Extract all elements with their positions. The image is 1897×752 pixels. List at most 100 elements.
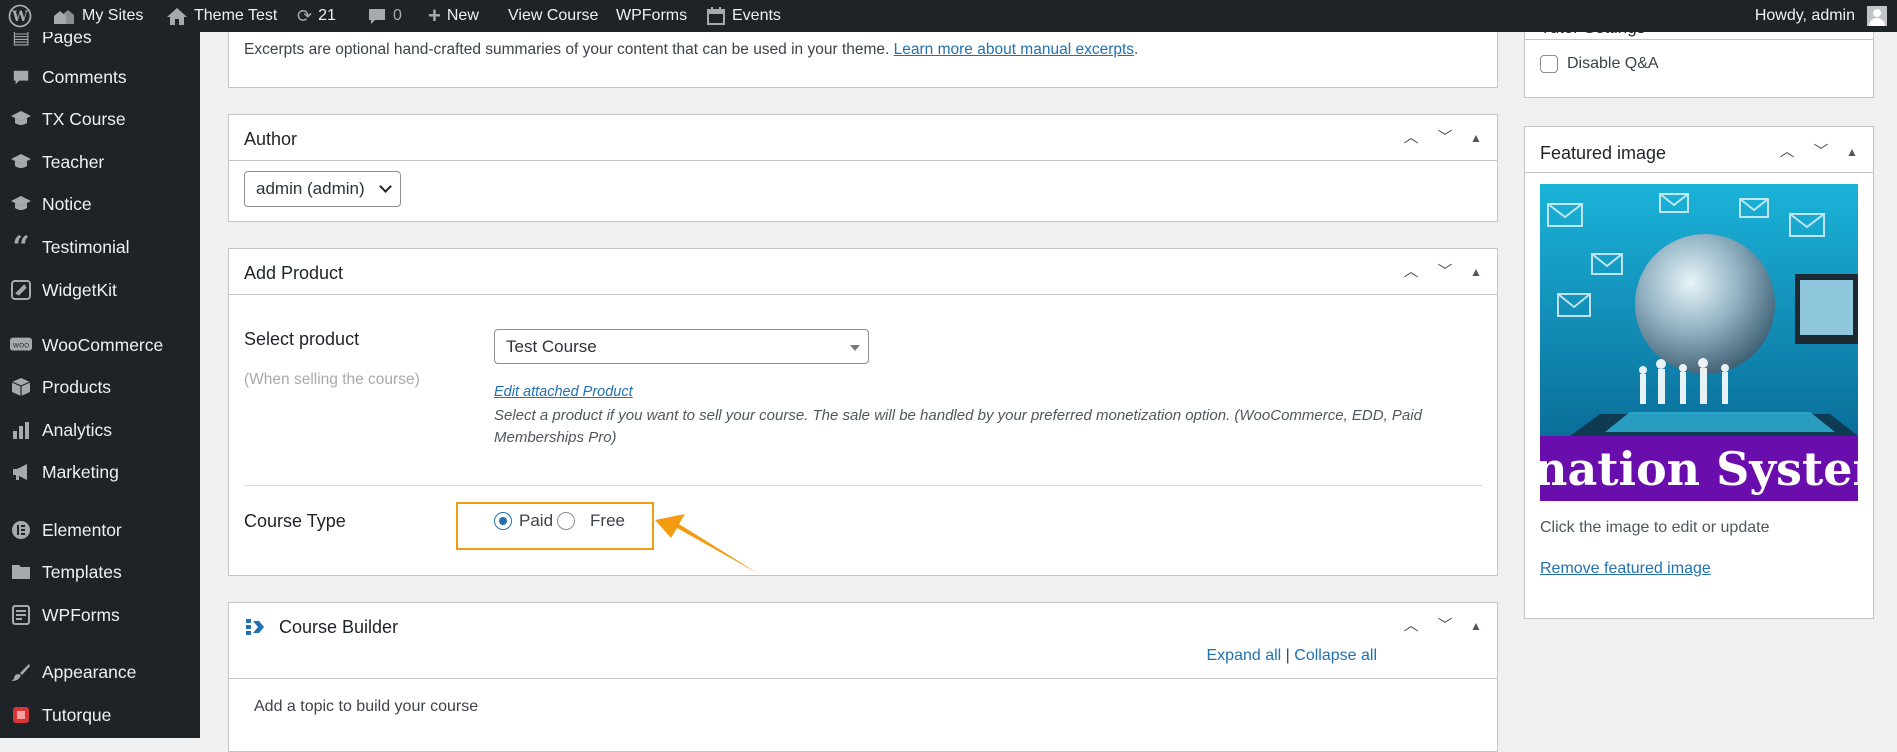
comments-menu[interactable]: 0 xyxy=(367,0,402,32)
move-down-icon[interactable]: ﹀ xyxy=(1435,262,1455,282)
sidebar-item-testimonial[interactable]: “ Testimonial xyxy=(0,229,200,265)
plus-icon: + xyxy=(428,3,441,28)
select-product-label: Select product xyxy=(244,329,360,349)
sidebar-item-teacher[interactable]: Teacher xyxy=(0,147,200,177)
admin-bar: W My Sites Theme Test ⟳ 21 0 + New View … xyxy=(0,0,1897,32)
author-selected-value: admin (admin) xyxy=(256,179,365,198)
sidebar-item-tx-course[interactable]: TX Course xyxy=(0,104,200,134)
sidebar-item-analytics[interactable]: Analytics xyxy=(0,415,200,445)
move-down-icon[interactable]: ﹀ xyxy=(1435,128,1455,148)
author-select[interactable]: admin (admin) xyxy=(244,171,401,207)
sidebar-item-marketing[interactable]: Marketing xyxy=(0,457,200,487)
toggle-panel-icon[interactable]: ▲ xyxy=(1469,262,1483,282)
toggle-panel-icon[interactable]: ▲ xyxy=(1845,142,1859,162)
sidebar-metaboxes: Tutor Settings Disable Q&A Featured imag… xyxy=(1524,22,1874,738)
move-up-icon[interactable]: ︿ xyxy=(1777,142,1797,162)
widgetkit-icon xyxy=(10,279,32,301)
wordpress-icon: W xyxy=(8,4,32,28)
sidebar-item-woocommerce[interactable]: WOO WooCommerce xyxy=(0,330,200,360)
sidebar-item-label: Marketing xyxy=(42,461,119,482)
toggle-panel-icon[interactable]: ▲ xyxy=(1469,616,1483,636)
excerpt-description: Excerpts are optional hand-crafted summa… xyxy=(244,41,1138,59)
book-icon xyxy=(10,704,32,726)
author-postbox: Author ︿ ﹀ ▲ admin (admin) xyxy=(228,114,1498,222)
collapse-all-link[interactable]: Collapse all xyxy=(1294,647,1377,664)
new-content-menu[interactable]: + New xyxy=(428,0,479,32)
disable-qa-label: Disable Q&A xyxy=(1567,55,1659,72)
edit-attached-product-link[interactable]: Edit attached Product xyxy=(494,384,633,400)
sidebar-item-label: Pages xyxy=(42,32,92,47)
sidebar-item-label: Analytics xyxy=(42,419,113,440)
sidebar-item-appearance[interactable]: Appearance xyxy=(0,657,200,687)
home-icon xyxy=(167,8,187,25)
excerpt-text: Excerpts are optional hand-crafted summa… xyxy=(244,41,890,58)
postbox-handles: ︿ ﹀ ▲ xyxy=(1401,616,1483,636)
featured-image-hint: Click the image to edit or update xyxy=(1540,519,1770,536)
my-sites-menu[interactable]: My Sites xyxy=(52,0,143,32)
sidebar-item-label: Templates xyxy=(42,561,122,582)
sidebar-item-elementor[interactable]: Elementor xyxy=(0,515,200,545)
events-label: Events xyxy=(732,7,781,24)
sidebar-item-label: Notice xyxy=(42,193,92,214)
calendar-icon xyxy=(707,7,725,25)
comment-bubble-icon xyxy=(369,9,385,24)
annotation-arrow-icon xyxy=(655,514,759,574)
sidebar-item-label: Appearance xyxy=(42,661,137,682)
site-name-menu[interactable]: Theme Test xyxy=(166,0,277,32)
author-postbox-title: Author xyxy=(244,129,298,149)
course-builder-icon xyxy=(246,619,264,635)
sidebar-item-comments[interactable]: Comments xyxy=(0,62,200,92)
sidebar-item-templates[interactable]: Templates xyxy=(0,557,200,587)
view-course-link[interactable]: View Course xyxy=(508,0,598,32)
view-course-label: View Course xyxy=(508,7,599,24)
disable-qa-checkbox[interactable] xyxy=(1540,55,1558,73)
sidebar-item-widgetkit[interactable]: WidgetKit xyxy=(0,275,200,305)
sidebar-item-label: WooCommerce xyxy=(42,334,164,355)
sidebar-item-wpforms[interactable]: WPForms xyxy=(0,600,200,630)
chevron-down-icon xyxy=(379,180,392,193)
move-up-icon[interactable]: ︿ xyxy=(1401,262,1421,282)
author-postbox-header: Author ︿ ﹀ ▲ xyxy=(229,115,1497,161)
wpforms-label: WPForms xyxy=(616,7,688,24)
wordpress-logo[interactable]: W xyxy=(8,0,32,32)
move-up-icon[interactable]: ︿ xyxy=(1401,128,1421,148)
wpforms-menu[interactable]: WPForms xyxy=(616,0,687,32)
avatar xyxy=(1867,6,1887,26)
folder-icon xyxy=(10,561,32,583)
course-builder-empty-text: Add a topic to build your course xyxy=(254,698,479,715)
excerpt-learn-more-link[interactable]: Learn more about manual excerpts xyxy=(894,41,1134,58)
product-help: Edit attached Product Select a product i… xyxy=(494,381,1484,449)
product-description: Select a product if you want to sell you… xyxy=(494,407,1422,446)
sidebar-item-label: WPForms xyxy=(42,604,120,625)
postbox-handles: ︿ ﹀ ▲ xyxy=(1401,128,1483,148)
sidebar-item-label: TX Course xyxy=(42,108,126,129)
sidebar-item-label: Tutorque xyxy=(42,704,112,725)
woocommerce-icon: WOO xyxy=(10,334,32,356)
quote-icon: “ xyxy=(12,229,30,265)
move-down-icon[interactable]: ﹀ xyxy=(1435,616,1455,636)
course-type-highlight-box xyxy=(456,502,654,550)
new-label: New xyxy=(446,7,479,24)
toggle-panel-icon[interactable]: ▲ xyxy=(1469,128,1483,148)
sidebar-item-products[interactable]: Products xyxy=(0,372,200,402)
move-down-icon[interactable]: ﹀ xyxy=(1811,142,1831,162)
updates-menu[interactable]: ⟳ 21 xyxy=(297,0,336,32)
postbox-handles: ︿ ﹀ ▲ xyxy=(1401,262,1483,282)
svg-text:WOO: WOO xyxy=(13,341,29,349)
expand-all-link[interactable]: Expand all xyxy=(1207,647,1282,664)
account-menu[interactable]: Howdy, admin xyxy=(1755,0,1887,32)
sidebar-item-label: WidgetKit xyxy=(42,279,117,300)
remove-featured-image-link[interactable]: Remove featured image xyxy=(1540,560,1711,578)
site-name-label: Theme Test xyxy=(194,7,278,24)
sidebar-item-tutorque[interactable]: Tutorque xyxy=(0,700,200,730)
sidebar-item-notice[interactable]: Notice xyxy=(0,189,200,219)
product-selected-value: Test Course xyxy=(506,336,597,356)
featured-image-thumbnail[interactable]: nation System xyxy=(1540,184,1858,501)
add-product-postbox-header: Add Product ︿ ﹀ ▲ xyxy=(229,249,1497,295)
sidebar-item-pages[interactable]: ▤ Pages xyxy=(0,32,200,52)
product-select[interactable]: Test Course xyxy=(494,329,869,364)
course-type-label: Course Type xyxy=(244,511,346,531)
my-sites-icon xyxy=(54,10,74,24)
events-menu[interactable]: Events xyxy=(706,0,781,32)
move-up-icon[interactable]: ︿ xyxy=(1401,616,1421,636)
